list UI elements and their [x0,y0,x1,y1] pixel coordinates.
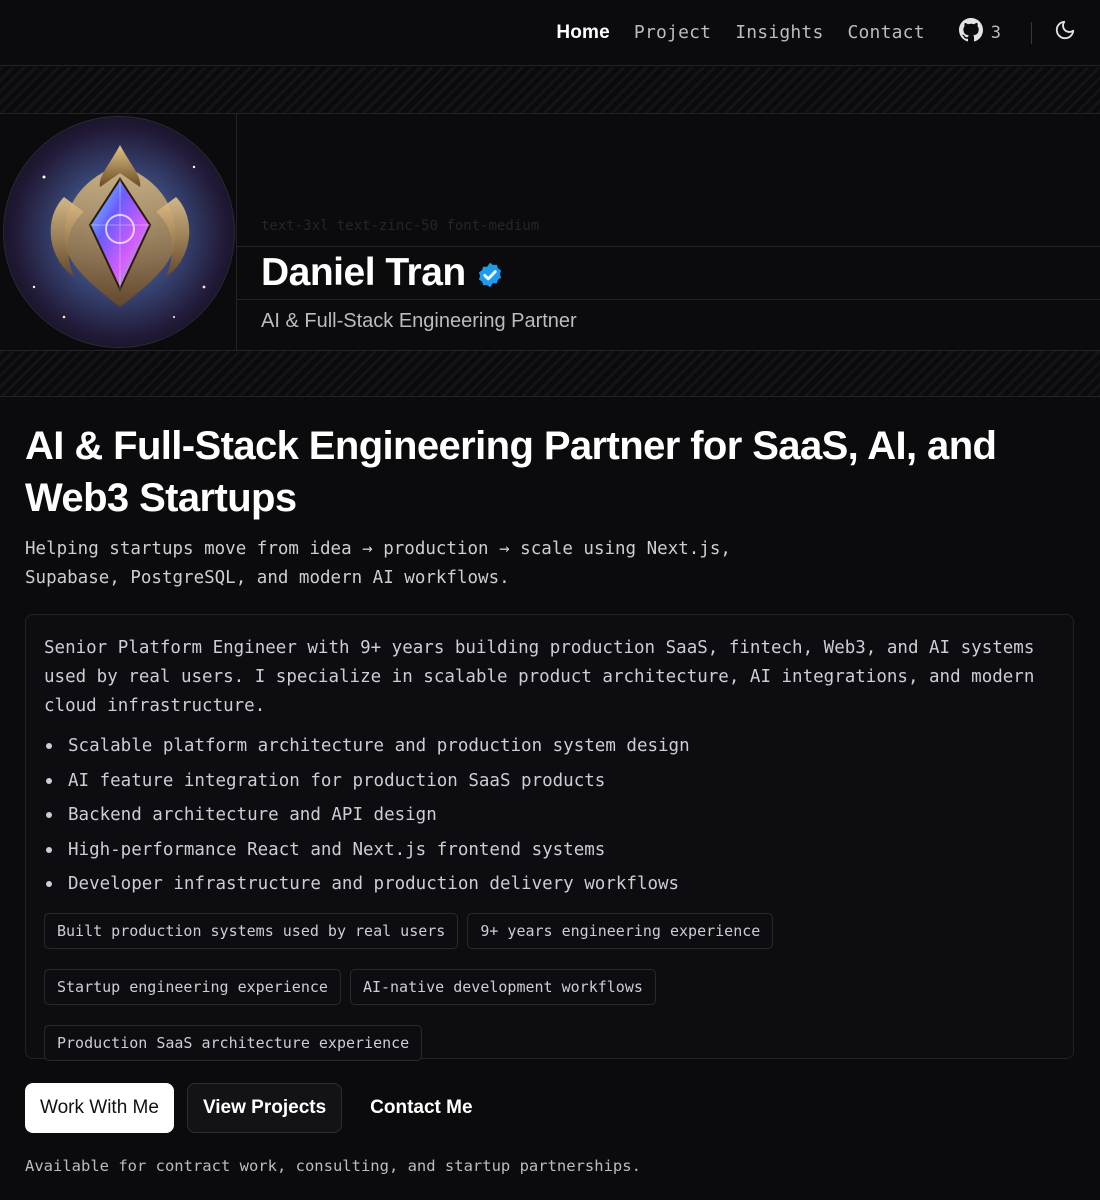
nav-link-insights[interactable]: Insights [735,22,823,43]
work-with-me-button[interactable]: Work With Me [25,1083,174,1133]
list-item-text: High-performance React and Next.js front… [68,839,606,860]
verified-badge-icon [476,261,504,289]
about-card: Senior Platform Engineer with 9+ years b… [25,614,1074,1061]
name-row: Daniel Tran [237,246,1100,300]
list-item-text: Developer infrastructure and production … [68,874,680,894]
github-star-count: 3 [990,22,1001,43]
nav-link-project[interactable]: Project [634,22,711,43]
avatar [3,116,235,348]
profile-name: Daniel Tran [261,251,466,294]
list-item: Developer infrastructure and production … [44,867,690,902]
theme-toggle-button[interactable] [1054,19,1076,46]
nav-link-contact[interactable]: Contact [847,22,924,43]
bullet-icon [46,777,52,784]
hatched-divider-top [0,67,1100,114]
list-item-text: AI feature integration for production Sa… [68,770,606,791]
bullet-icon [46,812,52,819]
hero-headline: AI & Full-Stack Engineering Partner for … [25,424,997,520]
bullet-icon [46,846,52,853]
cta-buttons: Work With Me View Projects Contact Me [25,1083,488,1133]
avatar-column [0,114,237,350]
profile-header: text-3xl text-zinc-50 font-medium Daniel… [0,114,1100,350]
top-nav: Home Project Insights Contact 3 [0,0,1100,66]
tag-badge: AI-native development workflows [349,969,656,1005]
tag-badge: Production SaaS architecture experience [44,1025,423,1061]
list-item-text: Scalable platform architecture and produ… [68,736,690,756]
tag-badge: Built production systems used by real us… [44,913,459,949]
github-icon [958,18,983,47]
list-item: High-performance React and Next.js front… [44,833,690,868]
list-item: AI feature integration for production Sa… [44,764,690,799]
profile-subtitle: AI & Full-Stack Engineering Partner [261,310,577,332]
about-intro: Senior Platform Engineer with 9+ years b… [44,638,1035,716]
tag-list: Built production systems used by real us… [44,913,1044,1061]
tag-badge: Startup engineering experience [44,969,341,1005]
bullet-icon [46,881,52,888]
nav-divider [1031,21,1032,44]
list-item: Scalable platform architecture and produ… [44,729,690,764]
list-item-text: Backend architecture and API design [68,805,437,825]
github-link[interactable]: 3 [958,18,1001,47]
list-item: Backend architecture and API design [44,798,690,833]
availability-note: Available for contract work, consulting,… [25,1157,641,1175]
tag-badge: 9+ years engineering experience [467,913,774,949]
view-projects-button[interactable]: View Projects [186,1083,343,1133]
skills-list: Scalable platform architecture and produ… [44,729,690,902]
hatched-divider-bottom [0,350,1100,397]
nav-link-home[interactable]: Home [556,22,610,44]
moon-icon [1054,19,1076,46]
hero-lead: Helping startups move from idea → produc… [25,539,731,588]
contact-me-button[interactable]: Contact Me [355,1083,487,1133]
css-class-hint: text-3xl text-zinc-50 font-medium [261,218,540,234]
nav-links: Home Project Insights Contact [556,22,924,44]
bullet-icon [46,743,52,750]
